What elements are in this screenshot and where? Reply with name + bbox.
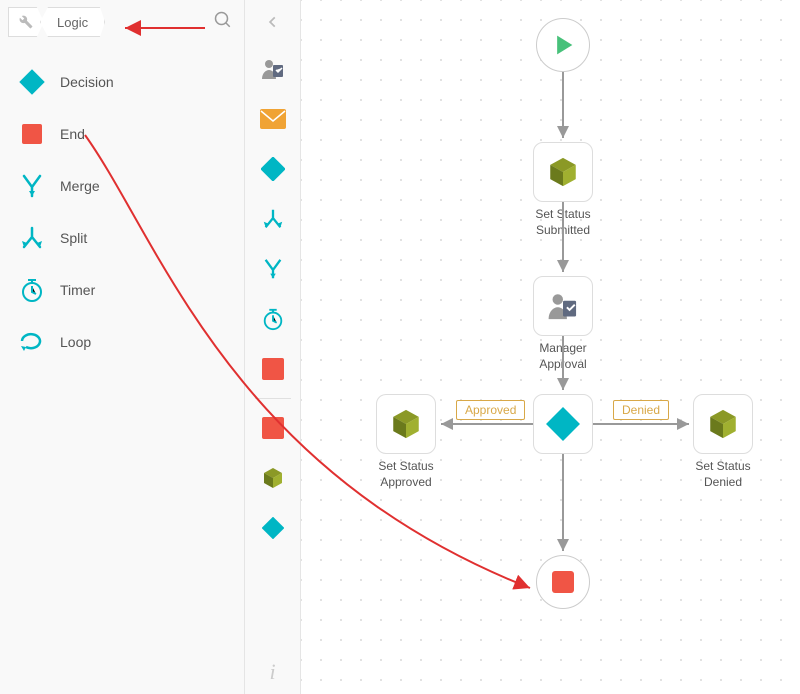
mini-merge[interactable] [245,244,300,294]
user-task-icon [546,289,580,323]
timer-icon [261,307,285,331]
user-task-icon [260,56,286,82]
tool-loop[interactable]: Loop [0,316,244,368]
node-activity[interactable]: Set Status Submitted [533,142,608,238]
split-icon [261,207,285,231]
node-label: Manager Approval [518,341,608,372]
tool-label: Decision [60,74,114,90]
tool-label: Loop [60,334,91,350]
mini-cube[interactable] [245,453,300,503]
node-start[interactable] [536,18,590,72]
merge-icon [261,257,285,281]
node-label: Set Status Denied [678,459,768,490]
node-label: Set Status Submitted [518,207,608,238]
tool-palette-sidebar: Logic Decision End Merge Split [0,0,245,694]
wrench-icon [19,15,33,29]
chevron-left-icon [266,15,280,29]
workflow-canvas[interactable]: Set Status Submitted Manager Approval Se… [301,0,800,694]
tool-decision[interactable]: Decision [0,56,244,108]
mini-diamond[interactable] [245,503,300,553]
tool-label: Timer [60,282,95,298]
edge-label-approved: Approved [456,400,525,420]
mini-email[interactable] [245,94,300,144]
node-activity[interactable]: Set Status Approved [376,394,451,490]
stop-icon [550,569,576,595]
split-icon [18,224,46,252]
mini-split[interactable] [245,194,300,244]
square-icon [262,358,284,380]
info-icon: i [269,659,275,685]
merge-icon [18,172,46,200]
node-activity[interactable]: Set Status Denied [693,394,768,490]
diamond-icon [261,157,285,181]
edge-label-denied: Denied [613,400,669,420]
breadcrumb: Logic [0,0,244,44]
node-end[interactable] [536,555,590,609]
cube-icon [389,407,423,441]
info-button[interactable]: i [245,650,300,694]
cube-icon [261,466,285,490]
mini-end[interactable] [245,344,300,394]
node-label: Set Status Approved [361,459,451,490]
envelope-icon [260,109,286,129]
category-minibar: i [245,0,301,694]
search-button[interactable] [210,7,236,38]
mini-end-drag[interactable] [245,403,300,453]
tool-list: Decision End Merge Split Timer Loop [0,44,244,694]
tool-label: Merge [60,178,100,194]
diamond-icon [546,407,580,441]
node-decision[interactable] [533,394,593,454]
tool-merge[interactable]: Merge [0,160,244,212]
mini-user-task[interactable] [245,44,300,94]
node-user-task[interactable]: Manager Approval [533,276,608,372]
square-icon [262,417,284,439]
breadcrumb-root[interactable] [8,7,44,37]
search-icon [214,11,232,29]
cube-icon [706,407,740,441]
diamond-icon [262,517,284,539]
timer-icon [18,276,46,304]
breadcrumb-category[interactable]: Logic [40,7,105,37]
tool-end[interactable]: End [0,108,244,160]
cube-icon [546,155,580,189]
tool-label: End [60,126,85,142]
play-icon [549,31,577,59]
tool-label: Split [60,230,87,246]
diamond-icon [18,68,46,96]
collapse-button[interactable] [245,0,300,44]
mini-timer[interactable] [245,294,300,344]
mini-decision[interactable] [245,144,300,194]
tool-timer[interactable]: Timer [0,264,244,316]
tool-split[interactable]: Split [0,212,244,264]
square-icon [18,120,46,148]
loop-icon [18,328,46,356]
divider [255,398,291,399]
